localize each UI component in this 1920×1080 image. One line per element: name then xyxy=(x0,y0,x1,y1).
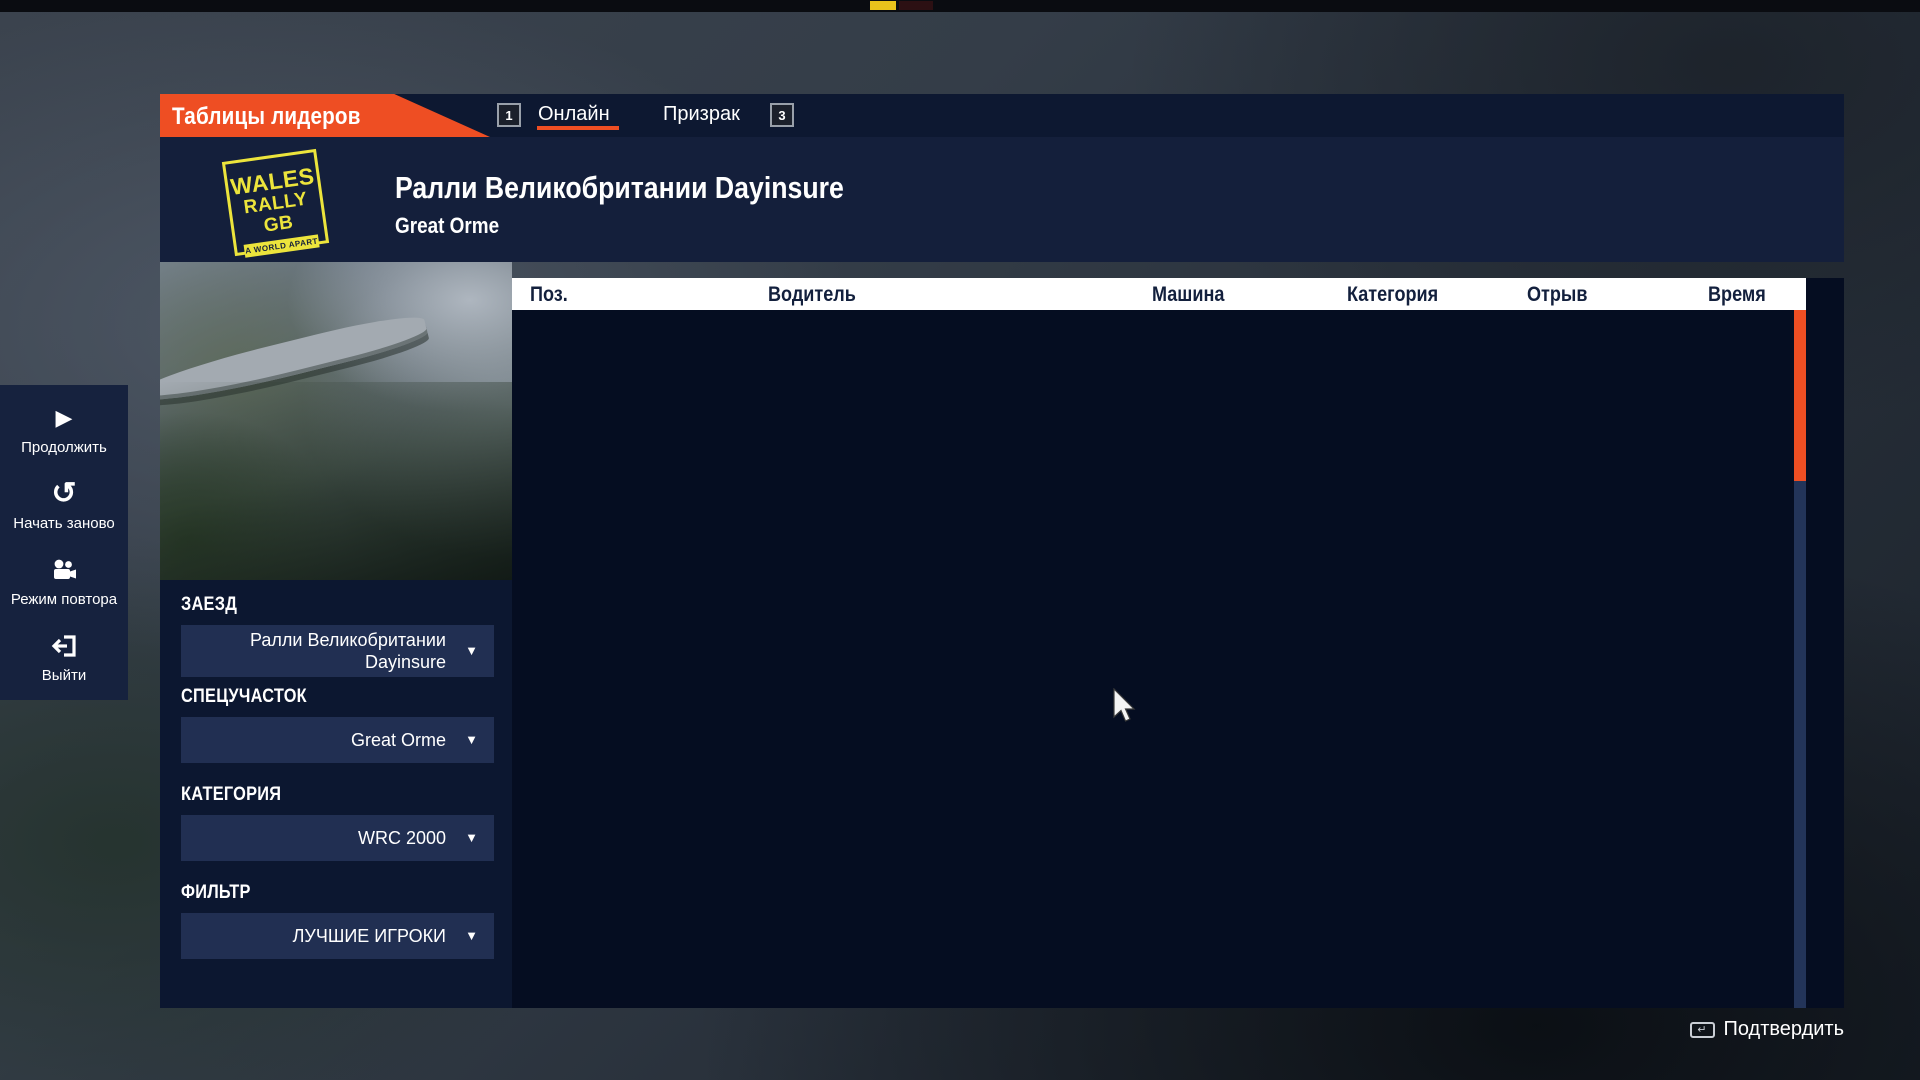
filter-filter-label: ФИЛЬТР xyxy=(181,882,450,904)
replay-mode-button[interactable]: Режим повтора xyxy=(0,543,128,619)
top-edge-strip xyxy=(0,0,1920,12)
players-filter-dropdown[interactable]: ЛУЧШИЕ ИГРОКИ ▼ xyxy=(181,913,494,959)
key-hint-1: 1 xyxy=(497,103,521,127)
category-dropdown-value: WRC 2000 xyxy=(358,827,446,849)
tab-online-label: Онлайн xyxy=(538,103,610,125)
play-icon: ▶ xyxy=(56,401,73,435)
players-filter-dropdown-value: ЛУЧШИЕ ИГРОКИ xyxy=(293,925,446,947)
active-tab-underline xyxy=(537,126,619,130)
key-hint-3: 3 xyxy=(770,103,794,127)
replay-mode-label: Режим повтора xyxy=(11,591,117,608)
filter-group-category: КАТЕГОРИЯ WRC 2000 ▼ xyxy=(181,784,494,861)
stage-photo xyxy=(160,262,512,580)
exit-button[interactable]: Выйти xyxy=(0,618,128,694)
tab-ghost-label: Призрак xyxy=(663,103,740,125)
leaderboards-banner-label: Таблицы лидеров xyxy=(160,94,361,131)
stage-dropdown[interactable]: Great Orme ▼ xyxy=(181,717,494,763)
leaderboard-body xyxy=(512,278,1844,1008)
chevron-down-icon: ▼ xyxy=(465,643,478,658)
col-position: Поз. xyxy=(530,283,568,307)
continue-button[interactable]: ▶ Продолжить xyxy=(0,391,128,467)
col-gap: Отрыв xyxy=(1527,283,1587,307)
key-hint-3-label: 3 xyxy=(778,108,785,123)
replay-camera-icon xyxy=(50,553,78,587)
col-category: Категория xyxy=(1347,283,1438,307)
chevron-down-icon: ▼ xyxy=(465,732,478,747)
filter-group-stage: СПЕЦУЧАСТОК Great Orme ▼ xyxy=(181,686,494,763)
scrollbar-thumb[interactable] xyxy=(1794,310,1806,481)
continue-label: Продолжить xyxy=(21,439,107,456)
confirm-label: Подтвердить xyxy=(1724,1018,1845,1041)
wales-rally-gb-logo: WALES RALLY GB A WORLD APART xyxy=(222,149,329,256)
side-menu: ▶ Продолжить ↺ Начать заново Режим повто… xyxy=(0,385,128,700)
exit-icon xyxy=(50,629,78,663)
filters-panel: ЗАЕЗД Ралли Великобритании Dayinsure ▼ С… xyxy=(160,580,512,1008)
race-dropdown-value: Ралли Великобритании Dayinsure xyxy=(216,629,446,673)
restart-label: Начать заново xyxy=(13,515,115,532)
filter-race-label: ЗАЕЗД xyxy=(181,594,450,616)
event-header: WALES RALLY GB A WORLD APART Ралли Велик… xyxy=(160,137,1844,262)
top-dark-marker xyxy=(899,1,933,10)
stage-photo-cliff-shade xyxy=(160,382,512,580)
top-yellow-marker xyxy=(870,1,896,10)
chevron-down-icon: ▼ xyxy=(465,928,478,943)
race-dropdown[interactable]: Ралли Великобритании Dayinsure ▼ xyxy=(181,625,494,677)
col-driver: Водитель xyxy=(768,283,856,307)
tab-online[interactable]: Онлайн xyxy=(538,103,610,126)
tab-ghost[interactable]: Призрак xyxy=(663,103,740,126)
confirm-button[interactable]: ↵ Подтвердить xyxy=(1690,1018,1845,1041)
col-car: Машина xyxy=(1152,283,1224,307)
enter-key-icon: ↵ xyxy=(1690,1022,1715,1038)
event-title: Ралли Великобритании Dayinsure xyxy=(395,170,844,206)
exit-label: Выйти xyxy=(42,667,86,684)
filter-category-label: КАТЕГОРИЯ xyxy=(181,784,450,806)
stage-dropdown-value: Great Orme xyxy=(351,729,446,751)
category-dropdown[interactable]: WRC 2000 ▼ xyxy=(181,815,494,861)
event-stage-subtitle: Great Orme xyxy=(395,213,499,239)
filter-stage-label: СПЕЦУЧАСТОК xyxy=(181,686,450,708)
chevron-down-icon: ▼ xyxy=(465,830,478,845)
filter-group-race: ЗАЕЗД Ралли Великобритании Dayinsure ▼ xyxy=(181,594,494,677)
restart-button[interactable]: ↺ Начать заново xyxy=(0,467,128,543)
restart-icon: ↺ xyxy=(51,477,76,511)
key-hint-1-label: 1 xyxy=(505,108,512,123)
mouse-cursor xyxy=(1112,688,1138,724)
col-time: Время xyxy=(1708,283,1766,307)
filter-group-filter: ФИЛЬТР ЛУЧШИЕ ИГРОКИ ▼ xyxy=(181,882,494,959)
leaderboard-header-row: Поз. Водитель Машина Категория Отрыв Вре… xyxy=(512,278,1806,310)
